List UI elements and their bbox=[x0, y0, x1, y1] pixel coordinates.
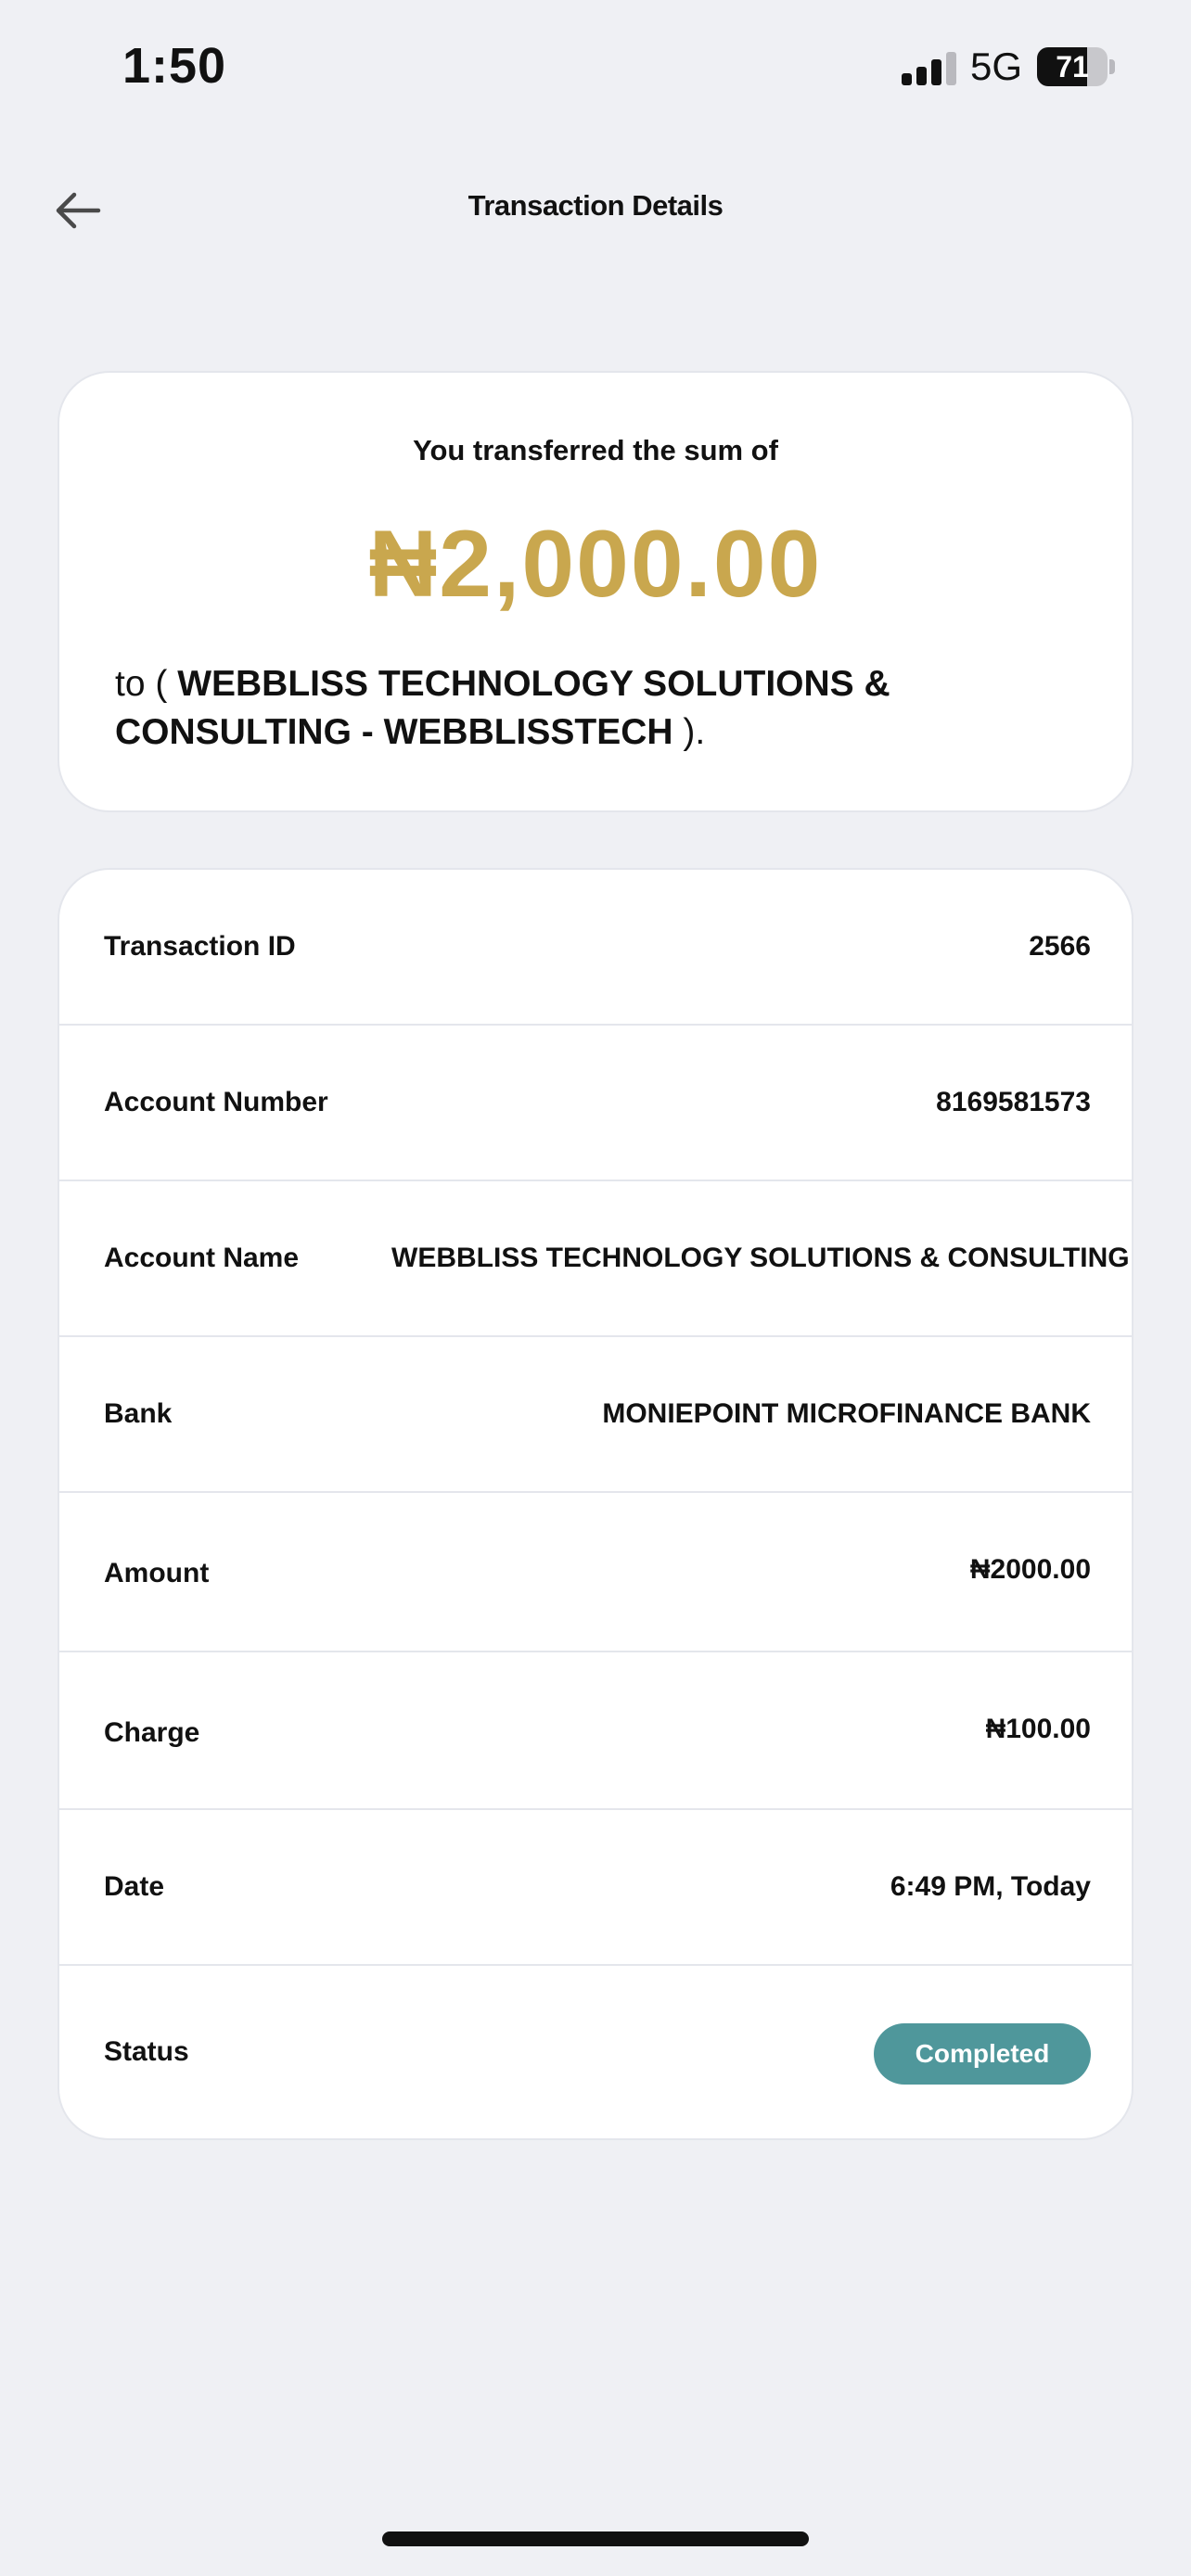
battery-icon: 71 bbox=[1037, 47, 1115, 86]
row-account-name: Account Name WEBBLISS TECHNOLOGY SOLUTIO… bbox=[59, 1181, 1132, 1337]
account-name-value: WEBBLISS TECHNOLOGY SOLUTIONS & CONSULTI… bbox=[391, 1243, 1132, 1273]
summary-caption: You transferred the sum of bbox=[413, 434, 778, 466]
transfer-summary-card: You transferred the sum of ₦2,000.00 to … bbox=[58, 371, 1133, 812]
status-time: 1:50 bbox=[122, 38, 227, 94]
recipient-name: WEBBLISS TECHNOLOGY SOLUTIONS & CONSULTI… bbox=[115, 664, 890, 752]
transfer-amount: ₦2,000.00 bbox=[368, 511, 823, 617]
charge-label: Charge bbox=[104, 1717, 200, 1748]
charge-value: ₦100.00 bbox=[985, 1714, 1091, 1744]
bank-label: Bank bbox=[104, 1398, 173, 1429]
cellular-signal-icon bbox=[902, 52, 959, 85]
page-title: Transaction Details bbox=[467, 189, 724, 222]
account-number-label: Account Number bbox=[104, 1087, 328, 1117]
account-number-value: 8169581573 bbox=[936, 1087, 1091, 1117]
status-bar: 1:50 5G 71 bbox=[0, 0, 1191, 139]
row-amount: Amount ₦2000.00 bbox=[59, 1493, 1132, 1652]
row-status: Status Completed bbox=[59, 1966, 1132, 2138]
amount-label: Amount bbox=[104, 1558, 210, 1588]
status-label: Status bbox=[104, 2036, 189, 2067]
row-transaction-id: Transaction ID 2566 bbox=[59, 870, 1132, 1026]
account-name-label: Account Name bbox=[104, 1243, 300, 1273]
date-value: 6:49 PM, Today bbox=[890, 1871, 1091, 1902]
transaction-details-card: Transaction ID 2566 Account Number 81695… bbox=[58, 868, 1133, 2140]
transaction-id-label: Transaction ID bbox=[104, 931, 296, 962]
battery-level: 71 bbox=[1056, 50, 1089, 83]
bank-value: MONIEPOINT MICROFINANCE BANK bbox=[602, 1398, 1091, 1429]
transaction-details-screen: 1:50 5G 71 Transaction Details You trans… bbox=[0, 0, 1191, 2576]
recipient-prefix: to ( bbox=[115, 664, 178, 704]
recipient-suffix: ). bbox=[672, 712, 706, 752]
header: Transaction Details bbox=[0, 167, 1191, 250]
transaction-id-value: 2566 bbox=[1029, 931, 1091, 962]
transfer-recipient: to ( WEBBLISS TECHNOLOGY SOLUTIONS & CON… bbox=[115, 660, 1098, 757]
date-label: Date bbox=[104, 1871, 165, 1902]
row-bank: Bank MONIEPOINT MICROFINANCE BANK bbox=[59, 1337, 1132, 1493]
row-charge: Charge ₦100.00 bbox=[59, 1652, 1132, 1810]
row-date: Date 6:49 PM, Today bbox=[59, 1810, 1132, 1966]
network-type: 5G bbox=[970, 45, 1023, 88]
home-indicator[interactable] bbox=[382, 2531, 809, 2546]
status-badge: Completed bbox=[874, 2023, 1091, 2085]
row-account-number: Account Number 8169581573 bbox=[59, 1026, 1132, 1181]
amount-value: ₦2000.00 bbox=[969, 1554, 1091, 1585]
